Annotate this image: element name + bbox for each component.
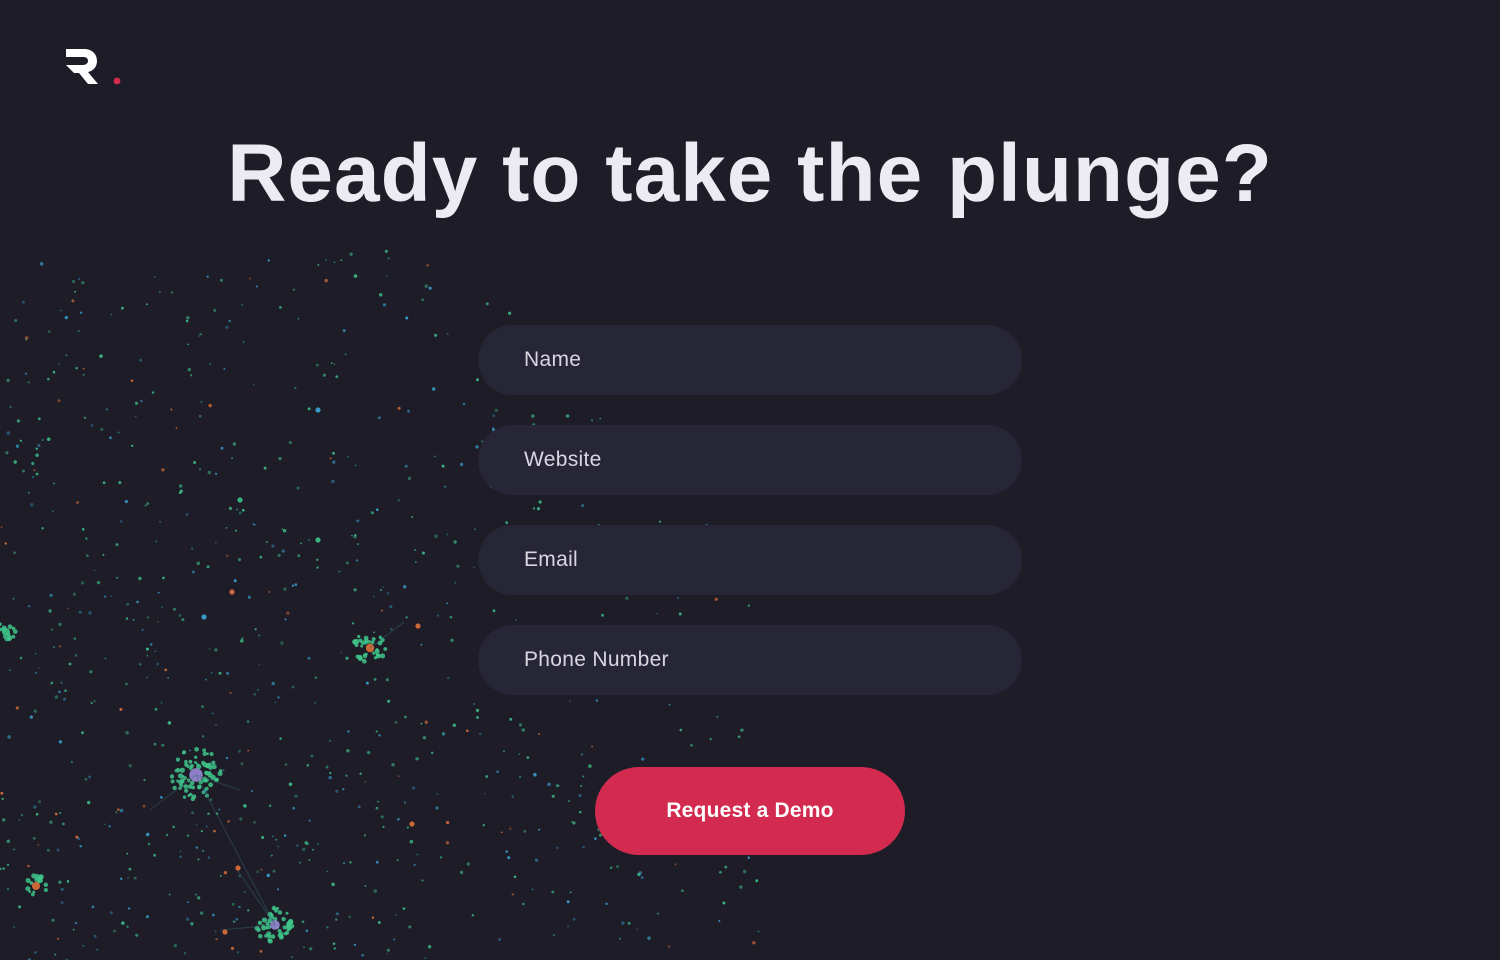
website-field[interactable]	[478, 425, 1022, 495]
phone-number-field[interactable]	[478, 625, 1022, 695]
logo[interactable]	[62, 46, 126, 90]
name-field[interactable]	[478, 325, 1022, 395]
request-demo-button[interactable]: Request a Demo	[595, 767, 905, 855]
demo-request-form	[478, 325, 1022, 725]
email-field[interactable]	[478, 525, 1022, 595]
page-title: Ready to take the plunge?	[227, 128, 1273, 219]
demo-request-page: Ready to take the plunge? Request a Demo	[0, 0, 1500, 960]
r-dot-logo-icon	[66, 49, 121, 85]
